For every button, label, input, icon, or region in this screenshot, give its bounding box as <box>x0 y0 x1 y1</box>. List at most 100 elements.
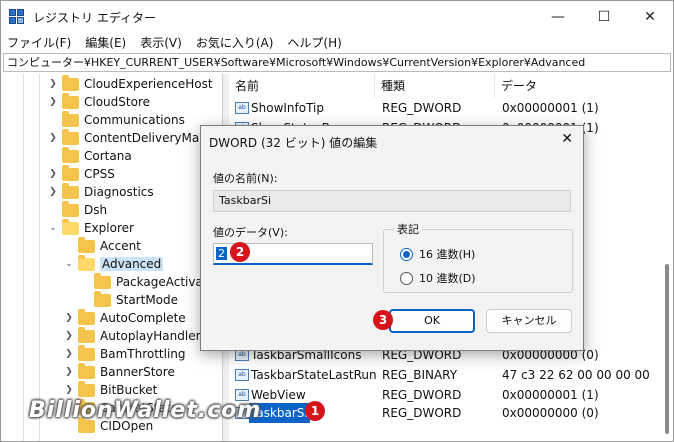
tree-item[interactable]: ❯ AutoplayHandlers <box>63 326 207 345</box>
cancel-button[interactable]: キャンセル <box>486 309 572 333</box>
tree-item-label: Dsh <box>84 203 108 217</box>
tree-item-label: BannerStore <box>100 365 175 379</box>
column-header-name[interactable]: 名前 <box>229 74 375 98</box>
tree-guide-line <box>39 74 40 441</box>
radix-group-title: 表記 <box>394 221 422 237</box>
tree-item-label: CPSS <box>84 167 115 181</box>
registry-editor-icon <box>9 9 25 25</box>
radix-dec-option[interactable]: 10 進数(D) <box>400 270 476 286</box>
menu-file[interactable]: ファイル(F) <box>1 33 78 53</box>
chevron-right-icon[interactable]: ❯ <box>47 133 59 143</box>
radio-unselected-icon[interactable] <box>400 271 413 285</box>
tree-item[interactable]: ❯ Diagnostics <box>47 182 154 201</box>
folder-icon <box>62 182 79 199</box>
tree-item[interactable]: ❯ AutoComplete <box>63 308 186 327</box>
value-row[interactable]: ab WebView REG_DWORD 0x00000001 (1) <box>229 385 659 405</box>
tree-item-explorer[interactable]: ⌄ Explorer <box>47 218 134 237</box>
tree-item-label: AutoplayHandlers <box>100 329 207 343</box>
value-data: 0x00000000 (0) <box>502 406 599 420</box>
folder-icon <box>78 326 95 343</box>
tree-item[interactable]: ❯ BamThrottling <box>63 344 186 363</box>
tree-item-advanced[interactable]: ⌄ Advanced <box>63 254 164 273</box>
chevron-right-icon[interactable]: ❯ <box>63 331 75 341</box>
menu-help[interactable]: ヘルプ(H) <box>280 33 348 53</box>
value-data: 47 c3 22 62 00 00 00 00 <box>502 368 650 382</box>
close-button[interactable]: ✕ <box>627 1 673 33</box>
tree-item[interactable]: ❯ CPSS <box>47 164 115 183</box>
chevron-right-icon[interactable]: ❯ <box>47 97 59 107</box>
value-data-label: 値のデータ(V): <box>213 226 288 239</box>
column-header-type[interactable]: 種類 <box>375 74 495 98</box>
tree-item[interactable]: ❯ CloudStore <box>47 92 150 111</box>
title-bar: レジストリ エディター — ☐ ✕ <box>1 1 673 33</box>
value-row[interactable]: ab ShowInfoTip REG_DWORD 0x00000001 (1) <box>229 98 659 118</box>
folder-icon <box>62 164 79 181</box>
folder-icon <box>78 344 95 361</box>
radio-selected-icon[interactable] <box>400 247 413 261</box>
tree-item[interactable]: Accent <box>63 236 141 255</box>
key-tree[interactable]: ❯ CloudExperienceHost ❯ CloudStore Communi… <box>1 74 223 441</box>
menu-favorites[interactable]: お気に入り(A) <box>189 33 281 53</box>
chevron-right-icon[interactable]: ❯ <box>63 349 75 359</box>
tree-item[interactable]: Dsh <box>47 200 108 219</box>
tree-item-label: Accent <box>100 239 141 253</box>
folder-icon <box>62 128 79 145</box>
open-folder-icon <box>62 218 79 235</box>
chevron-right-icon[interactable]: ❯ <box>63 385 75 395</box>
value-row[interactable]: ab TaskbarStateLastRun REG_BINARY 47 c3 … <box>229 365 659 385</box>
value-type: REG_DWORD <box>382 388 462 402</box>
value-type: REG_DWORD <box>382 101 462 115</box>
folder-icon <box>62 146 79 163</box>
tree-item-label: CloudStore <box>84 95 150 109</box>
radix-hex-option[interactable]: 16 進数(H) <box>400 246 475 262</box>
folder-icon <box>62 200 79 217</box>
tree-item[interactable]: ❯ BannerStore <box>63 362 175 381</box>
chevron-right-icon[interactable]: ❯ <box>47 79 59 89</box>
value-name: ShowInfoTip <box>251 101 325 115</box>
tree-item[interactable]: Communications <box>47 110 185 129</box>
folder-icon <box>94 290 111 307</box>
tree-item[interactable]: Cortana <box>47 146 132 165</box>
binary-value-icon: ab <box>235 369 249 381</box>
chevron-right-icon[interactable]: ❯ <box>47 187 59 197</box>
value-type: REG_DWORD <box>382 406 462 420</box>
chevron-right-icon[interactable]: ❯ <box>63 367 75 377</box>
chevron-down-icon[interactable]: ⌄ <box>63 259 75 269</box>
value-name-label: 値の名前(N): <box>213 172 278 185</box>
value-row-selected[interactable]: ab TaskbarSi REG_DWORD 0x00000000 (0) <box>229 403 659 423</box>
tree-item-label: CloudExperienceHost <box>84 77 213 91</box>
chevron-down-icon[interactable]: ⌄ <box>47 223 59 233</box>
dword-value-icon: ab <box>235 102 249 114</box>
window-title: レジストリ エディター <box>33 10 156 25</box>
folder-icon <box>94 272 111 289</box>
value-name-field: TaskbarSi <box>213 190 571 212</box>
value-name: TaskbarStateLastRun <box>251 368 377 382</box>
address-bar[interactable]: コンピューター¥HKEY_CURRENT_USER¥Software¥Micro… <box>3 53 671 72</box>
tree-item-label: Explorer <box>84 221 134 235</box>
column-header-data[interactable]: データ <box>495 74 659 98</box>
tree-item-label: Cortana <box>84 149 132 163</box>
menu-bar: ファイル(F) 編集(E) 表示(V) お気に入り(A) ヘルプ(H) <box>1 33 349 53</box>
step-badge-3: 3 <box>373 310 393 330</box>
vertical-scrollbar[interactable] <box>665 264 669 434</box>
ok-button[interactable]: OK <box>389 309 475 333</box>
step-badge-1: 1 <box>305 401 325 421</box>
chevron-right-icon[interactable]: ❯ <box>63 313 75 323</box>
tree-item-label: Diagnostics <box>84 185 154 199</box>
maximize-button[interactable]: ☐ <box>581 1 627 33</box>
chevron-right-icon[interactable]: ❯ <box>47 169 59 179</box>
menu-edit[interactable]: 編集(E) <box>78 33 133 53</box>
tree-item[interactable]: ❯ BitBucket <box>63 380 157 399</box>
dialog-close-icon[interactable]: ✕ <box>561 131 573 147</box>
minimize-button[interactable]: — <box>535 1 581 33</box>
tree-item[interactable]: ❯ ContentDeliveryManager <box>47 128 222 147</box>
tree-item[interactable]: StartMode <box>79 290 178 309</box>
tree-item-label: Advanced <box>100 257 164 271</box>
tree-item[interactable]: ❯ CloudExperienceHost <box>47 74 213 93</box>
radix-dec-label: 10 進数(D) <box>419 272 476 285</box>
folder-icon <box>62 92 79 109</box>
menu-view[interactable]: 表示(V) <box>133 33 189 53</box>
folder-icon <box>62 74 79 91</box>
value-data: 0x00000001 (1) <box>502 388 599 402</box>
tree-item-label: Communications <box>84 113 185 127</box>
